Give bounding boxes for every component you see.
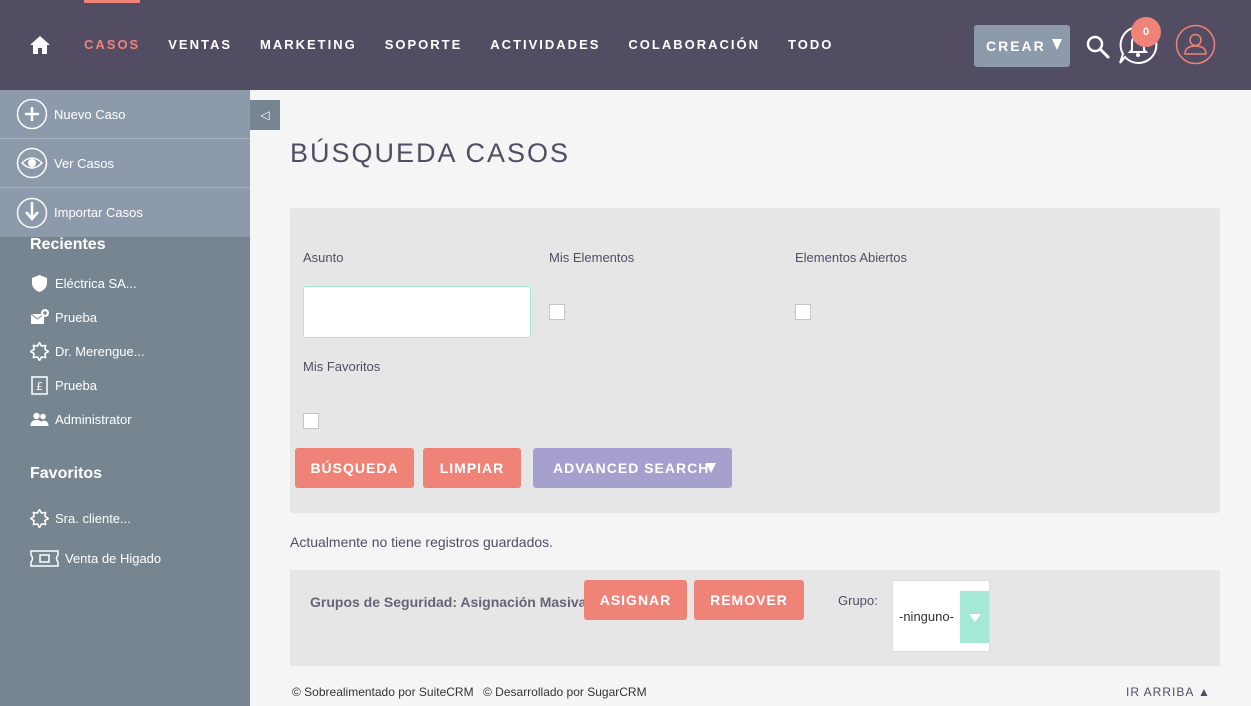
favorite-item-label: Venta de Higado	[65, 550, 162, 566]
sidebar-action-view-cases[interactable]: Ver Casos	[0, 139, 250, 188]
page-title: BÚSQUEDA CASOS	[290, 138, 571, 168]
mis-elementos-label: Mis Elementos	[549, 250, 635, 265]
favorite-item[interactable]: Sra. cliente...	[0, 501, 250, 535]
favorites-title: Favoritos	[30, 465, 103, 482]
nav-colaboracion[interactable]: COLABORACIÓN	[614, 0, 774, 90]
advanced-search-label: ADVANCED SEARCH	[553, 460, 710, 476]
back-to-top-link[interactable]: IR ARRIBA ▲	[1126, 685, 1211, 699]
user-profile-icon[interactable]	[1175, 24, 1216, 65]
nav-marketing[interactable]: MARKETING	[246, 0, 371, 90]
clear-button[interactable]: LIMPIAR	[423, 448, 521, 488]
asunto-input[interactable]	[303, 286, 531, 338]
recent-section: Recientes Eléctrica SA... Prueba Dr. Mer…	[0, 236, 250, 436]
shield-icon	[32, 274, 47, 292]
mass-assign-label: Grupos de Seguridad: Asignación Masiva	[310, 594, 587, 610]
main-menu: CASOS VENTAS MARKETING SOPORTE ACTIVIDAD…	[70, 0, 847, 90]
group-select-value: -ninguno-	[899, 609, 954, 624]
favorite-item[interactable]: Venta de Higado	[0, 541, 250, 575]
asunto-label: Asunto	[303, 250, 344, 265]
recent-item-label: Prueba	[55, 377, 97, 393]
recent-item-label: Eléctrica SA...	[55, 275, 137, 291]
gear-star-icon	[30, 508, 49, 528]
elementos-abiertos-checkbox[interactable]	[795, 304, 811, 320]
advanced-search-button[interactable]: ADVANCED SEARCH	[533, 448, 732, 488]
nav-casos[interactable]: CASOS	[70, 0, 154, 90]
recent-title: Recientes	[30, 236, 106, 253]
mis-elementos-checkbox[interactable]	[549, 304, 565, 320]
gear-star-icon	[30, 341, 49, 361]
notification-count-badge[interactable]: 0	[1131, 17, 1161, 47]
create-button[interactable]: CREAR	[974, 25, 1070, 67]
sidebar-action-label: Nuevo Caso	[54, 106, 126, 122]
home-icon[interactable]	[29, 34, 51, 56]
create-button-label: CREAR	[986, 38, 1046, 54]
assign-button[interactable]: ASIGNAR	[584, 580, 687, 620]
chevron-down-icon[interactable]	[960, 591, 989, 643]
group-select[interactable]: -ninguno-	[892, 580, 990, 652]
favorite-item-label: Sra. cliente...	[55, 510, 131, 526]
users-icon	[30, 412, 49, 426]
nav-actividades[interactable]: ACTIVIDADES	[476, 0, 614, 90]
nav-soporte[interactable]: SOPORTE	[371, 0, 477, 90]
sidebar-action-label: Importar Casos	[54, 205, 143, 220]
nav-todo[interactable]: TODO	[774, 0, 847, 90]
sidebar-action-new-case[interactable]: Nuevo Caso	[0, 90, 250, 139]
group-label: Grupo:	[838, 593, 878, 608]
favorites-section: Favoritos Sra. cliente... Venta de Higad…	[0, 465, 250, 575]
search-button[interactable]: BÚSQUEDA	[295, 448, 414, 488]
search-icon[interactable]	[1085, 34, 1111, 60]
eye-icon	[16, 147, 48, 179]
elementos-abiertos-label: Elementos Abiertos	[795, 250, 908, 265]
svg-text:£: £	[36, 380, 43, 393]
sidebar-actions: Nuevo Caso Ver Casos Importar Casos	[0, 90, 250, 237]
ticket-icon	[30, 549, 59, 567]
recent-item-label: Administrator	[55, 411, 132, 427]
recent-item[interactable]: Dr. Merengue...	[0, 334, 250, 368]
plus-circle-icon	[16, 98, 48, 130]
email-plus-icon	[30, 308, 49, 324]
powered-by-link[interactable]: © Sobrealimentado por SuiteCRM	[292, 685, 474, 699]
nav-ventas[interactable]: VENTAS	[154, 0, 246, 90]
sidebar-action-import-cases[interactable]: Importar Casos	[0, 188, 250, 237]
recent-item[interactable]: Administrator	[0, 402, 250, 436]
sidebar: Nuevo Caso Ver Casos Importar Casos Reci…	[0, 90, 250, 706]
pound-document-icon: £	[31, 375, 48, 395]
mis-favoritos-label: Mis Favoritos	[303, 359, 381, 374]
mis-favoritos-checkbox[interactable]	[303, 413, 319, 429]
top-navbar: CASOS VENTAS MARKETING SOPORTE ACTIVIDAD…	[0, 0, 1251, 90]
recent-item-label: Dr. Merengue...	[55, 343, 145, 359]
sidebar-action-label: Ver Casos	[54, 155, 114, 171]
chevron-down-icon	[1052, 39, 1062, 50]
developed-by-link[interactable]: © Desarrollado por SugarCRM	[483, 685, 647, 699]
download-arrow-icon	[16, 197, 48, 228]
recent-item[interactable]: Eléctrica SA...	[0, 266, 250, 300]
sidebar-collapse-button[interactable]: ◁	[250, 100, 280, 130]
collapse-triangle-icon: ◁	[260, 108, 270, 122]
chevron-down-icon	[706, 463, 716, 473]
recent-item-label: Prueba	[55, 309, 97, 325]
saved-searches-message: Actualmente no tiene registros guardados…	[290, 534, 554, 550]
remove-button[interactable]: REMOVER	[694, 580, 804, 620]
recent-item[interactable]: £ Prueba	[0, 368, 250, 402]
recent-item[interactable]: Prueba	[0, 300, 250, 334]
